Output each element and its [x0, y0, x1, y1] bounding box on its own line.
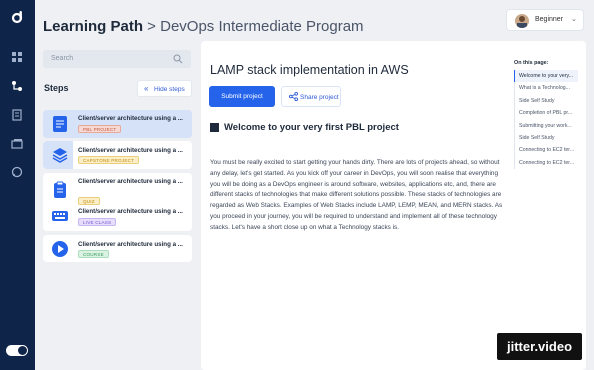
learning-path-icon[interactable] [11, 80, 23, 92]
layers-icon [52, 148, 68, 163]
double-chevron-left-icon: « [144, 84, 149, 93]
clipboard-icon [54, 181, 66, 198]
step-name[interactable]: Client/server architecture using a ... [78, 178, 183, 185]
steps-heading: Steps [44, 83, 69, 93]
play-icon [52, 241, 68, 257]
step-card[interactable]: Client/server architecture using a ... P… [43, 110, 192, 138]
projects-icon[interactable] [11, 138, 23, 150]
share-project-button[interactable]: Share project [281, 86, 341, 107]
search-icon [173, 54, 183, 64]
toc-heading: On this page: [514, 60, 549, 66]
toc-list: Welcome to your very... What is a Techno… [514, 70, 578, 170]
hide-steps-button[interactable]: « Hide steps [137, 80, 192, 97]
section-marker-icon [210, 123, 219, 132]
toc-item[interactable]: What is a Technolog... [515, 82, 578, 94]
toc-item[interactable]: Connecting to EC2 ter... [515, 144, 578, 156]
title-main: Learning Path [43, 18, 144, 35]
search-input[interactable]: Search [43, 50, 191, 68]
step-badge: PBL PROJECT [78, 125, 122, 133]
step-badge: LIVE CLASS [78, 218, 117, 226]
watermark-badge: jitter.video [497, 333, 582, 360]
app-logo-icon[interactable] [10, 10, 24, 24]
step-group: Client/server architecture using a ... Q… [43, 173, 192, 231]
project-title: LAMP stack implementation in AWS [210, 63, 409, 77]
chat-icon[interactable] [11, 166, 23, 178]
hide-steps-label: Hide steps [154, 85, 185, 93]
intro-paragraph: You must be really excited to start gett… [210, 159, 503, 231]
step-name[interactable]: Client/server architecture using a ... [78, 208, 183, 215]
toc-item[interactable]: Welcome to your very... [514, 70, 578, 83]
step-badge: QUIZ [78, 197, 100, 205]
search-placeholder: Search [51, 55, 74, 62]
page-title: Learning Path > DevOps Intermediate Prog… [43, 18, 364, 35]
toc-item[interactable]: Side Self Study [515, 132, 578, 144]
avatar [515, 14, 529, 28]
document-icon [53, 116, 67, 132]
step-card[interactable]: Client/server architecture using a ... C… [43, 141, 192, 169]
step-badge: CAPSTONE PROJECT [78, 156, 140, 164]
theme-toggle[interactable] [6, 345, 28, 356]
step-name: Client/server architecture using a ... [78, 115, 183, 122]
step-name: Client/server architecture using a ... [78, 241, 183, 248]
keyboard-icon [52, 211, 68, 221]
step-card[interactable]: Client/server architecture using a ... C… [43, 235, 192, 262]
user-menu[interactable]: Beginner ⌄ [506, 9, 584, 31]
toc-item[interactable]: Submitting your work... [515, 120, 578, 132]
toc-item[interactable]: Side Self Study [515, 95, 578, 107]
step-badge: COURSE [78, 250, 109, 258]
user-level: Beginner [535, 16, 564, 23]
dashboard-icon[interactable] [11, 51, 23, 63]
toc-item[interactable]: Completion of PBL pr... [515, 107, 578, 119]
share-label: Share project [300, 94, 339, 101]
left-rail [0, 0, 35, 370]
share-icon [289, 92, 298, 101]
document-nav-icon[interactable] [11, 109, 23, 121]
chevron-down-icon: ⌄ [571, 16, 577, 23]
step-name: Client/server architecture using a ... [78, 147, 183, 154]
section-title: Welcome to your very first PBL project [224, 122, 399, 133]
submit-project-button[interactable]: Submit project [209, 86, 275, 107]
title-breadcrumb: > DevOps Intermediate Program [143, 18, 364, 35]
toc-item[interactable]: Connecting to EC2 ter... [515, 157, 578, 169]
